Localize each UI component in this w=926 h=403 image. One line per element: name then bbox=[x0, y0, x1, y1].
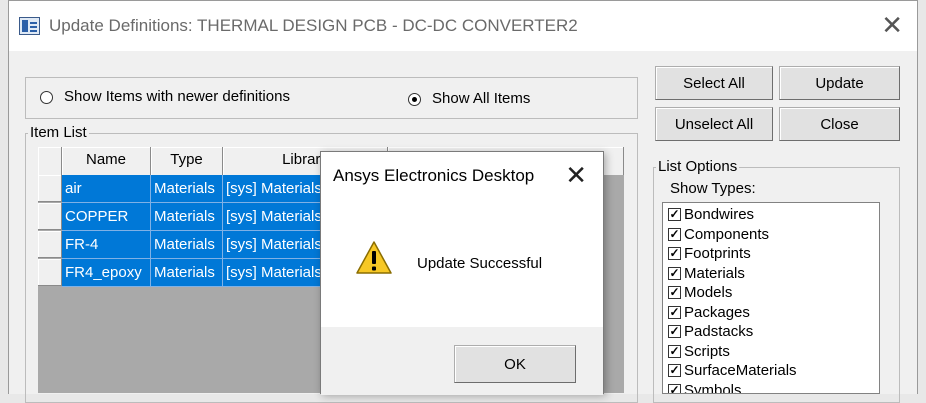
dialog-message: Update Successful bbox=[417, 255, 543, 272]
dialog-close-button[interactable]: ✕ bbox=[565, 160, 587, 190]
row-header[interactable] bbox=[38, 203, 62, 230]
checkbox[interactable]: ✓ bbox=[668, 286, 681, 299]
list-options-legend: List Options bbox=[656, 158, 740, 176]
checkbox[interactable]: ✓ bbox=[668, 325, 681, 338]
title-bar[interactable]: Update Definitions: THERMAL DESIGN PCB -… bbox=[9, 1, 917, 51]
show-types-label: Show Types: bbox=[670, 180, 756, 197]
close-button[interactable]: Close bbox=[779, 107, 900, 141]
checkbox[interactable]: ✓ bbox=[668, 227, 681, 241]
grid-corner bbox=[38, 147, 62, 175]
column-header-name[interactable]: Name bbox=[62, 147, 151, 175]
dialog-title: Ansys Electronics Desktop bbox=[333, 166, 535, 185]
update-button[interactable]: Update bbox=[779, 66, 900, 100]
filter-group: Show Items with newer definitions Show A… bbox=[25, 77, 638, 119]
radio-show-all-label[interactable]: Show All Items bbox=[432, 90, 530, 107]
cell-type[interactable]: Materials bbox=[151, 203, 223, 231]
cell-type[interactable]: Materials bbox=[151, 175, 223, 203]
column-header-type[interactable]: Type bbox=[151, 147, 223, 175]
dialog-footer: OK bbox=[321, 327, 603, 395]
checkbox[interactable]: ✓ bbox=[668, 247, 681, 260]
unselect-all-button[interactable]: Unselect All bbox=[655, 107, 773, 141]
checkbox[interactable]: ✓ bbox=[668, 208, 681, 221]
show-types-list[interactable]: ✓ Bondwires ✓ Components ✓ Footprints ✓ Mate… bbox=[662, 202, 880, 394]
warning-icon bbox=[356, 241, 392, 274]
checkbox[interactable]: ✓ bbox=[668, 383, 681, 393]
checkbox[interactable]: ✓ bbox=[668, 305, 681, 319]
row-header[interactable] bbox=[38, 231, 62, 258]
window-close-button[interactable]: ✕ bbox=[881, 11, 903, 39]
item-list-legend: Item List bbox=[28, 124, 89, 142]
checkbox[interactable]: ✓ bbox=[668, 344, 681, 358]
message-dialog: Ansys Electronics Desktop ✕ Update Succe… bbox=[320, 151, 604, 395]
radio-show-all[interactable] bbox=[408, 93, 421, 106]
cell-name[interactable]: FR4_epoxy bbox=[62, 259, 151, 287]
checkbox[interactable]: ✓ bbox=[668, 364, 681, 377]
row-header[interactable] bbox=[38, 259, 62, 286]
app-window-icon bbox=[19, 17, 40, 35]
ok-button[interactable]: OK bbox=[454, 345, 576, 383]
checkbox[interactable]: ✓ bbox=[668, 266, 681, 280]
cell-name[interactable]: FR-4 bbox=[62, 231, 151, 259]
window-title: Update Definitions: THERMAL DESIGN PCB -… bbox=[49, 16, 578, 35]
cell-type[interactable]: Materials bbox=[151, 259, 223, 287]
radio-show-newer-label[interactable]: Show Items with newer definitions bbox=[64, 88, 290, 105]
cell-type[interactable]: Materials bbox=[151, 231, 223, 259]
radio-show-newer[interactable] bbox=[40, 91, 53, 104]
select-all-button[interactable]: Select All bbox=[655, 66, 773, 100]
cell-name[interactable]: air bbox=[62, 175, 151, 203]
cell-name[interactable]: COPPER bbox=[62, 203, 151, 231]
row-header[interactable] bbox=[38, 175, 62, 202]
